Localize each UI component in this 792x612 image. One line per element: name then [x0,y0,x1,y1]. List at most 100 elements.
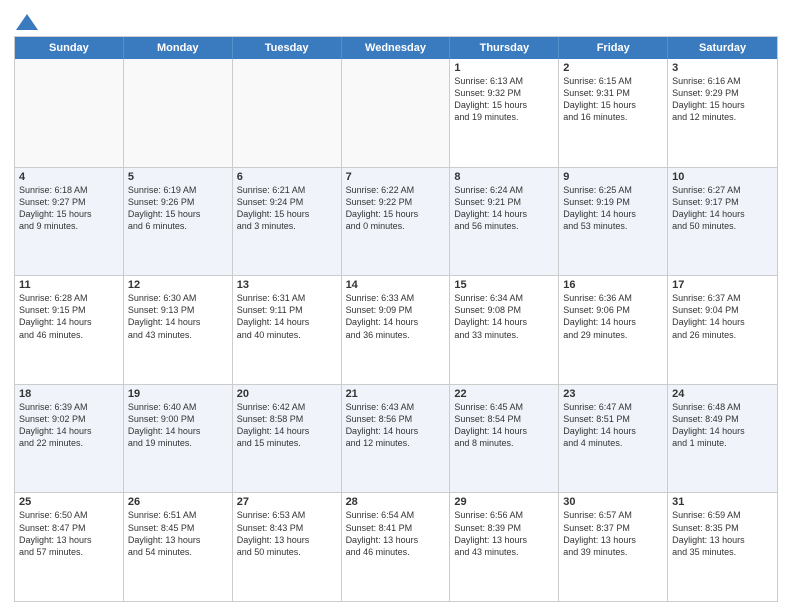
cal-cell-1: 1Sunrise: 6:13 AMSunset: 9:32 PMDaylight… [450,59,559,167]
cell-info-text: Sunrise: 6:28 AMSunset: 9:15 PMDaylight:… [19,292,119,341]
header-day-wednesday: Wednesday [342,37,451,59]
calendar-row-4: 25Sunrise: 6:50 AMSunset: 8:47 PMDayligh… [15,492,777,601]
cal-cell-9: 9Sunrise: 6:25 AMSunset: 9:19 PMDaylight… [559,168,668,276]
cal-cell-21: 21Sunrise: 6:43 AMSunset: 8:56 PMDayligh… [342,385,451,493]
cell-info-text: Sunrise: 6:42 AMSunset: 8:58 PMDaylight:… [237,401,337,450]
cell-info-text: Sunrise: 6:16 AMSunset: 9:29 PMDaylight:… [672,75,773,124]
cal-cell-8: 8Sunrise: 6:24 AMSunset: 9:21 PMDaylight… [450,168,559,276]
cal-cell-24: 24Sunrise: 6:48 AMSunset: 8:49 PMDayligh… [668,385,777,493]
cal-cell-5: 5Sunrise: 6:19 AMSunset: 9:26 PMDaylight… [124,168,233,276]
cal-cell-18: 18Sunrise: 6:39 AMSunset: 9:02 PMDayligh… [15,385,124,493]
day-number: 31 [672,496,773,508]
header-day-saturday: Saturday [668,37,777,59]
cell-info-text: Sunrise: 6:48 AMSunset: 8:49 PMDaylight:… [672,401,773,450]
day-number: 14 [346,279,446,291]
day-number: 22 [454,388,554,400]
header-day-sunday: Sunday [15,37,124,59]
cal-cell-25: 25Sunrise: 6:50 AMSunset: 8:47 PMDayligh… [15,493,124,601]
calendar-row-1: 4Sunrise: 6:18 AMSunset: 9:27 PMDaylight… [15,167,777,276]
day-number: 8 [454,171,554,183]
cell-info-text: Sunrise: 6:21 AMSunset: 9:24 PMDaylight:… [237,184,337,233]
cell-info-text: Sunrise: 6:54 AMSunset: 8:41 PMDaylight:… [346,509,446,558]
cal-cell-13: 13Sunrise: 6:31 AMSunset: 9:11 PMDayligh… [233,276,342,384]
day-number: 26 [128,496,228,508]
day-number: 27 [237,496,337,508]
header-day-monday: Monday [124,37,233,59]
cell-info-text: Sunrise: 6:34 AMSunset: 9:08 PMDaylight:… [454,292,554,341]
cal-cell-27: 27Sunrise: 6:53 AMSunset: 8:43 PMDayligh… [233,493,342,601]
cell-info-text: Sunrise: 6:39 AMSunset: 9:02 PMDaylight:… [19,401,119,450]
cal-cell-empty-1 [124,59,233,167]
day-number: 16 [563,279,663,291]
cell-info-text: Sunrise: 6:47 AMSunset: 8:51 PMDaylight:… [563,401,663,450]
cell-info-text: Sunrise: 6:25 AMSunset: 9:19 PMDaylight:… [563,184,663,233]
cell-info-text: Sunrise: 6:30 AMSunset: 9:13 PMDaylight:… [128,292,228,341]
day-number: 18 [19,388,119,400]
day-number: 25 [19,496,119,508]
cell-info-text: Sunrise: 6:50 AMSunset: 8:47 PMDaylight:… [19,509,119,558]
cal-cell-19: 19Sunrise: 6:40 AMSunset: 9:00 PMDayligh… [124,385,233,493]
day-number: 10 [672,171,773,183]
day-number: 23 [563,388,663,400]
cal-cell-2: 2Sunrise: 6:15 AMSunset: 9:31 PMDaylight… [559,59,668,167]
header-day-tuesday: Tuesday [233,37,342,59]
cal-cell-30: 30Sunrise: 6:57 AMSunset: 8:37 PMDayligh… [559,493,668,601]
day-number: 2 [563,62,663,74]
day-number: 28 [346,496,446,508]
day-number: 1 [454,62,554,74]
day-number: 4 [19,171,119,183]
cal-cell-26: 26Sunrise: 6:51 AMSunset: 8:45 PMDayligh… [124,493,233,601]
cal-cell-empty-2 [233,59,342,167]
cell-info-text: Sunrise: 6:31 AMSunset: 9:11 PMDaylight:… [237,292,337,341]
header-day-thursday: Thursday [450,37,559,59]
page: SundayMondayTuesdayWednesdayThursdayFrid… [0,0,792,612]
cell-info-text: Sunrise: 6:37 AMSunset: 9:04 PMDaylight:… [672,292,773,341]
cal-cell-22: 22Sunrise: 6:45 AMSunset: 8:54 PMDayligh… [450,385,559,493]
day-number: 21 [346,388,446,400]
day-number: 11 [19,279,119,291]
cell-info-text: Sunrise: 6:19 AMSunset: 9:26 PMDaylight:… [128,184,228,233]
cal-cell-4: 4Sunrise: 6:18 AMSunset: 9:27 PMDaylight… [15,168,124,276]
cal-cell-6: 6Sunrise: 6:21 AMSunset: 9:24 PMDaylight… [233,168,342,276]
cell-info-text: Sunrise: 6:40 AMSunset: 9:00 PMDaylight:… [128,401,228,450]
cell-info-text: Sunrise: 6:36 AMSunset: 9:06 PMDaylight:… [563,292,663,341]
cal-cell-29: 29Sunrise: 6:56 AMSunset: 8:39 PMDayligh… [450,493,559,601]
cell-info-text: Sunrise: 6:56 AMSunset: 8:39 PMDaylight:… [454,509,554,558]
day-number: 7 [346,171,446,183]
cal-cell-7: 7Sunrise: 6:22 AMSunset: 9:22 PMDaylight… [342,168,451,276]
day-number: 6 [237,171,337,183]
calendar-body: 1Sunrise: 6:13 AMSunset: 9:32 PMDaylight… [15,59,777,601]
day-number: 15 [454,279,554,291]
cell-info-text: Sunrise: 6:27 AMSunset: 9:17 PMDaylight:… [672,184,773,233]
cal-cell-16: 16Sunrise: 6:36 AMSunset: 9:06 PMDayligh… [559,276,668,384]
calendar-row-0: 1Sunrise: 6:13 AMSunset: 9:32 PMDaylight… [15,59,777,167]
calendar-row-2: 11Sunrise: 6:28 AMSunset: 9:15 PMDayligh… [15,275,777,384]
calendar-header: SundayMondayTuesdayWednesdayThursdayFrid… [15,37,777,59]
cal-cell-31: 31Sunrise: 6:59 AMSunset: 8:35 PMDayligh… [668,493,777,601]
day-number: 5 [128,171,228,183]
day-number: 19 [128,388,228,400]
day-number: 20 [237,388,337,400]
day-number: 17 [672,279,773,291]
cell-info-text: Sunrise: 6:45 AMSunset: 8:54 PMDaylight:… [454,401,554,450]
day-number: 13 [237,279,337,291]
day-number: 3 [672,62,773,74]
cell-info-text: Sunrise: 6:43 AMSunset: 8:56 PMDaylight:… [346,401,446,450]
cal-cell-15: 15Sunrise: 6:34 AMSunset: 9:08 PMDayligh… [450,276,559,384]
cell-info-text: Sunrise: 6:18 AMSunset: 9:27 PMDaylight:… [19,184,119,233]
day-number: 29 [454,496,554,508]
cal-cell-10: 10Sunrise: 6:27 AMSunset: 9:17 PMDayligh… [668,168,777,276]
cell-info-text: Sunrise: 6:13 AMSunset: 9:32 PMDaylight:… [454,75,554,124]
cell-info-text: Sunrise: 6:33 AMSunset: 9:09 PMDaylight:… [346,292,446,341]
day-number: 12 [128,279,228,291]
cell-info-text: Sunrise: 6:57 AMSunset: 8:37 PMDaylight:… [563,509,663,558]
cell-info-text: Sunrise: 6:22 AMSunset: 9:22 PMDaylight:… [346,184,446,233]
cal-cell-empty-3 [342,59,451,167]
cal-cell-23: 23Sunrise: 6:47 AMSunset: 8:51 PMDayligh… [559,385,668,493]
cal-cell-12: 12Sunrise: 6:30 AMSunset: 9:13 PMDayligh… [124,276,233,384]
header-day-friday: Friday [559,37,668,59]
header [14,10,778,30]
day-number: 24 [672,388,773,400]
cell-info-text: Sunrise: 6:53 AMSunset: 8:43 PMDaylight:… [237,509,337,558]
cal-cell-11: 11Sunrise: 6:28 AMSunset: 9:15 PMDayligh… [15,276,124,384]
